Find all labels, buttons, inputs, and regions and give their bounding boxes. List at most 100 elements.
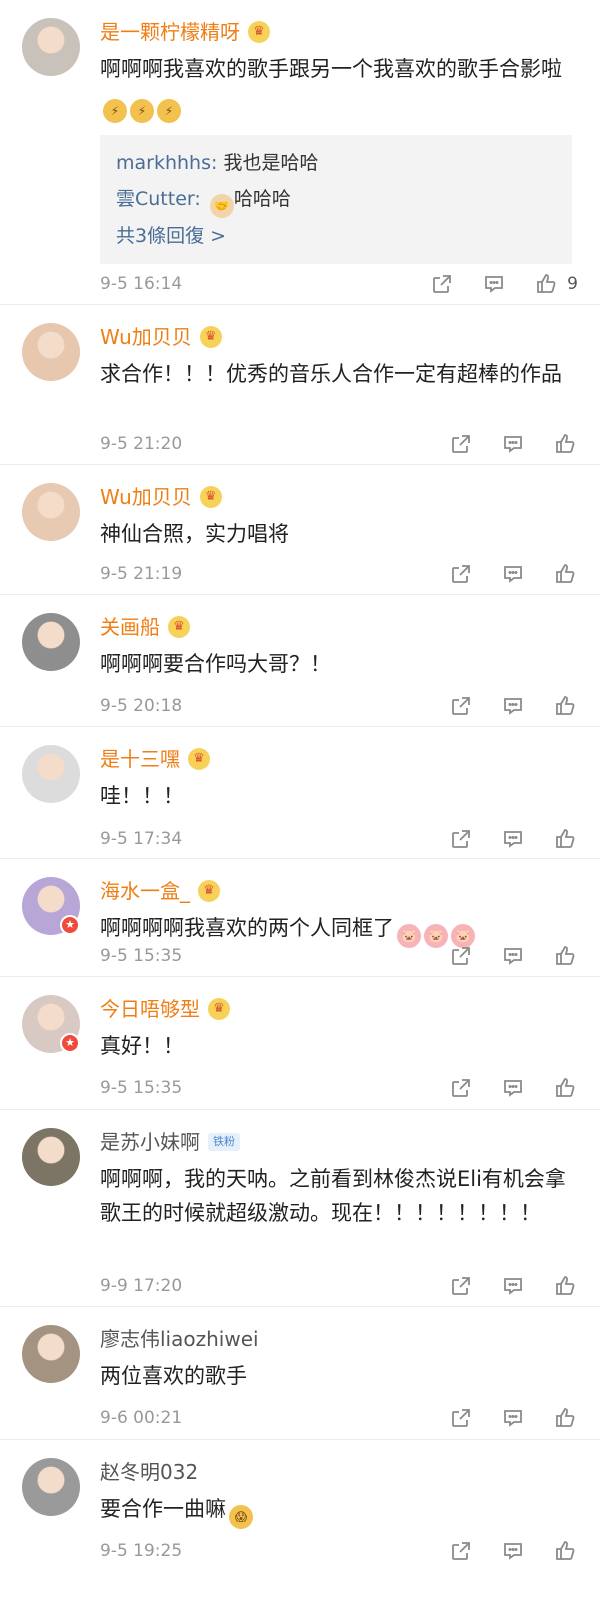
reply-item[interactable]: 雲Cutter: 🤝 哈哈哈 <box>116 181 556 218</box>
comment-icon[interactable] <box>500 1538 526 1564</box>
verified-badge-icon: ★ <box>60 915 80 935</box>
vip-crown-icon: ♛ <box>168 616 190 638</box>
comment-item: Wu加贝贝 ♛ 求合作！！！优秀的音乐人合作一定有超棒的作品 9-5 21:20 <box>0 305 600 465</box>
share-icon[interactable] <box>448 431 474 457</box>
comment-item: 赵冬明032 要合作一曲嘛 😱 9-5 19:25 <box>0 1440 600 1572</box>
reply-user-name[interactable]: markhhhs <box>116 152 211 174</box>
comment-text: 两位喜欢的歌手 <box>100 1364 247 1388</box>
like-icon[interactable] <box>552 561 578 587</box>
like-icon[interactable] <box>552 1075 578 1101</box>
reply-user-name[interactable]: 雲Cutter <box>116 188 194 210</box>
vip-crown-icon: ♛ <box>198 880 220 902</box>
share-icon[interactable] <box>448 1075 474 1101</box>
reply-text: 我也是哈哈 <box>223 152 319 174</box>
comment-time: 9-5 15:35 <box>100 946 183 966</box>
comment-time: 9-5 15:35 <box>100 1078 183 1098</box>
like-icon[interactable] <box>533 271 559 297</box>
avatar[interactable] <box>22 745 80 803</box>
reply-box[interactable]: markhhhs: 我也是哈哈 雲Cutter: 🤝 哈哈哈 共3條回復 > <box>100 135 572 264</box>
comment-time: 9-5 19:25 <box>100 1541 183 1561</box>
vip-crown-icon: ♛ <box>199 486 222 508</box>
like-icon[interactable] <box>552 431 578 457</box>
comment-icon[interactable] <box>500 1075 526 1101</box>
avatar[interactable] <box>22 323 80 381</box>
pikachu-emoji-icon: ⚡ <box>130 99 154 123</box>
comment-item: 是十三嘿 ♛ 哇！！！ 9-5 17:34 <box>0 727 600 859</box>
avatar[interactable] <box>22 613 80 671</box>
share-icon[interactable] <box>448 826 474 852</box>
user-name[interactable]: 是十三嘿 <box>100 745 180 773</box>
avatar[interactable] <box>22 1458 80 1516</box>
comment-icon[interactable] <box>500 561 526 587</box>
vip-crown-icon: ♛ <box>248 21 270 43</box>
comment-icon[interactable] <box>500 826 526 852</box>
reply-item[interactable]: markhhhs: 我也是哈哈 <box>116 145 556 181</box>
avatar[interactable] <box>22 483 80 541</box>
vip-crown-icon: ♛ <box>188 748 210 770</box>
share-icon[interactable] <box>429 271 455 297</box>
like-icon[interactable] <box>552 1538 578 1564</box>
user-name[interactable]: 是苏小妹啊 <box>100 1128 200 1156</box>
like-icon[interactable] <box>552 943 578 969</box>
share-icon[interactable] <box>448 1273 474 1299</box>
comment-text: 要合作一曲嘛 😱 <box>100 1492 572 1529</box>
user-name[interactable]: Wu加贝贝 <box>100 323 192 351</box>
share-icon[interactable] <box>448 1538 474 1564</box>
comment-footer: 9-6 00:21 <box>100 1404 578 1432</box>
user-name[interactable]: Wu加贝贝 <box>100 483 192 511</box>
comment-icon[interactable] <box>481 271 507 297</box>
share-icon[interactable] <box>448 943 474 969</box>
avatar[interactable] <box>22 1128 80 1186</box>
share-icon[interactable] <box>448 693 474 719</box>
like-count: 9 <box>567 274 578 294</box>
comment-footer: 9-5 17:34 <box>100 825 578 853</box>
comment-text: 哇！！！ <box>100 784 184 808</box>
comment-time: 9-5 21:19 <box>100 564 183 584</box>
comment-footer: 9-5 15:35 <box>100 942 578 970</box>
like-icon[interactable] <box>552 693 578 719</box>
comment-text: 真好！！ <box>100 1034 184 1058</box>
comment-text: 啊啊啊，我的天呐。之前看到林俊杰说Eli有机会拿歌王的时候就超级激动。现在！！！… <box>100 1167 566 1225</box>
comment-text: 啊啊啊要合作吗大哥？！ <box>100 652 331 676</box>
user-name[interactable]: 赵冬明032 <box>100 1458 198 1486</box>
comment-item: Wu加贝贝 ♛ 神仙合照，实力唱将 9-5 21:19 <box>0 465 600 595</box>
comment-footer: 9-5 15:35 <box>100 1074 578 1102</box>
share-icon[interactable] <box>448 1405 474 1431</box>
comment-footer: 9-5 21:20 <box>100 430 578 458</box>
comment-icon[interactable] <box>500 693 526 719</box>
reply-text: 哈哈哈 <box>233 188 291 210</box>
reply-separator: : <box>211 152 224 174</box>
comment-icon[interactable] <box>500 431 526 457</box>
comment-icon[interactable] <box>500 1273 526 1299</box>
pikachu-emoji-icon: ⚡ <box>103 99 127 123</box>
avatar[interactable] <box>22 1325 80 1383</box>
comment-item: 是苏小妹啊 铁粉啊啊啊，我的天呐。之前看到林俊杰说Eli有机会拿歌王的时候就超级激… <box>0 1110 600 1307</box>
more-replies-link[interactable]: 共3條回復 > <box>116 218 556 254</box>
user-name[interactable]: 是一颗柠檬精呀 <box>100 18 240 46</box>
comment-item: ★ 今日唔够型 ♛ 真好！！ 9-5 15:35 <box>0 977 600 1110</box>
comment-icon[interactable] <box>500 1405 526 1431</box>
like-icon[interactable] <box>552 1273 578 1299</box>
share-icon[interactable] <box>448 561 474 587</box>
comment-icon[interactable] <box>500 943 526 969</box>
comment-time: 9-5 20:18 <box>100 696 183 716</box>
user-name[interactable]: 今日唔够型 <box>100 995 200 1023</box>
user-name[interactable]: 关画船 <box>100 613 160 641</box>
comment-time: 9-9 17:20 <box>100 1276 183 1296</box>
comment-text: 神仙合照，实力唱将 <box>100 522 289 546</box>
comment-item: 是一颗柠檬精呀 ♛ 啊啊啊我喜欢的歌手跟另一个我喜欢的歌手合影啦⚡ ⚡ ⚡ markhhh… <box>0 0 600 305</box>
pikachu-emoji-icon: ⚡ <box>157 99 181 123</box>
avatar[interactable] <box>22 18 80 76</box>
user-name[interactable]: 廖志伟liaozhiwei <box>100 1325 259 1353</box>
comment-time: 9-5 17:34 <box>100 829 183 849</box>
fan-badge: 铁粉 <box>208 1133 240 1151</box>
comment-time: 9-5 21:20 <box>100 434 183 454</box>
comment-item: 廖志伟liaozhiwei 两位喜欢的歌手 9-6 00:21 <box>0 1307 600 1440</box>
comment-footer: 9-5 16:14 9 <box>100 270 578 298</box>
scared-emoji-icon: 😱 <box>229 1505 253 1529</box>
comment-time: 9-5 16:14 <box>100 274 183 294</box>
like-icon[interactable] <box>552 826 578 852</box>
user-name[interactable]: 海水一盒_ <box>100 877 190 905</box>
comment-text: 求合作！！！优秀的音乐人合作一定有超棒的作品 <box>100 362 562 386</box>
like-icon[interactable] <box>552 1405 578 1431</box>
